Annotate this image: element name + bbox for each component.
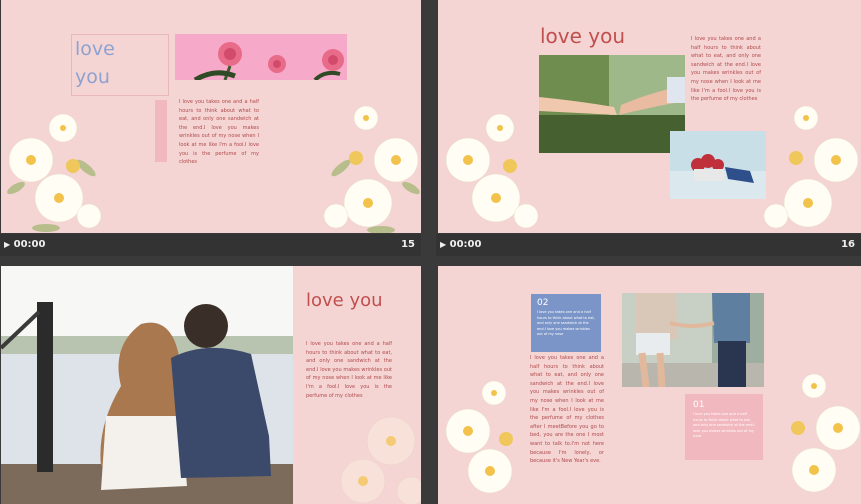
couple-photo [1, 266, 293, 504]
slide-thumbnail-17[interactable]: love you I love you takes one and a half… [1, 266, 421, 504]
lily-bouquet-right [763, 105, 859, 229]
slide-footer-15: ▶ 00:00 15 [0, 234, 421, 256]
play-icon[interactable]: ▶ [4, 240, 10, 249]
play-icon[interactable]: ▶ [440, 240, 446, 249]
badge-text: I love you takes one and a half hours to… [537, 310, 595, 337]
body-text: I love you takes one and a half hours to… [691, 36, 761, 103]
slide-time: 00:00 [449, 239, 482, 250]
body-text: I love you takes one and a half hours to… [306, 341, 392, 399]
accent-bar [155, 100, 167, 162]
holding-hands-photo [539, 55, 685, 153]
lily-bouquet-right [340, 416, 421, 504]
slide-number: 16 [841, 239, 855, 250]
slide-thumbnail-18[interactable]: 02 I love you takes one and a half hours… [438, 266, 861, 504]
slide-time: 00:00 [13, 239, 46, 250]
slide-title: love you [540, 24, 626, 48]
walking-couple-photo [622, 293, 764, 387]
lily-bouquet-left [7, 113, 102, 232]
gift-photo [670, 131, 766, 199]
roses-photo [175, 34, 347, 80]
body-text: I love you takes one and a half hours to… [530, 355, 604, 465]
badge-text: I love you takes one and a half hours to… [693, 412, 755, 439]
slide-footer-16: ▶ 00:00 16 [436, 234, 861, 256]
body-text: I love you takes one and a half hours to… [179, 99, 259, 166]
badge-number: 02 [537, 298, 549, 308]
lily-bouquet-left [445, 113, 539, 229]
slide-thumbnail-16[interactable]: love you I love you takes one and a half… [438, 0, 861, 233]
slide-title-line1: love [75, 38, 115, 60]
slide-number: 15 [401, 239, 415, 250]
slide-title-line2: you [75, 66, 110, 88]
lily-bouquet-right [791, 373, 861, 493]
slide-thumbnail-15[interactable]: love you I love you takes one and a half… [1, 0, 421, 233]
lily-bouquet-left [445, 380, 513, 494]
slide-title: love you [306, 290, 383, 311]
badge-02: 02 I love you takes one and a half hours… [531, 294, 601, 352]
badge-01: 01 I love you takes one and a half hours… [685, 394, 763, 460]
lily-bouquet-right [323, 105, 420, 233]
badge-number: 01 [693, 400, 705, 410]
